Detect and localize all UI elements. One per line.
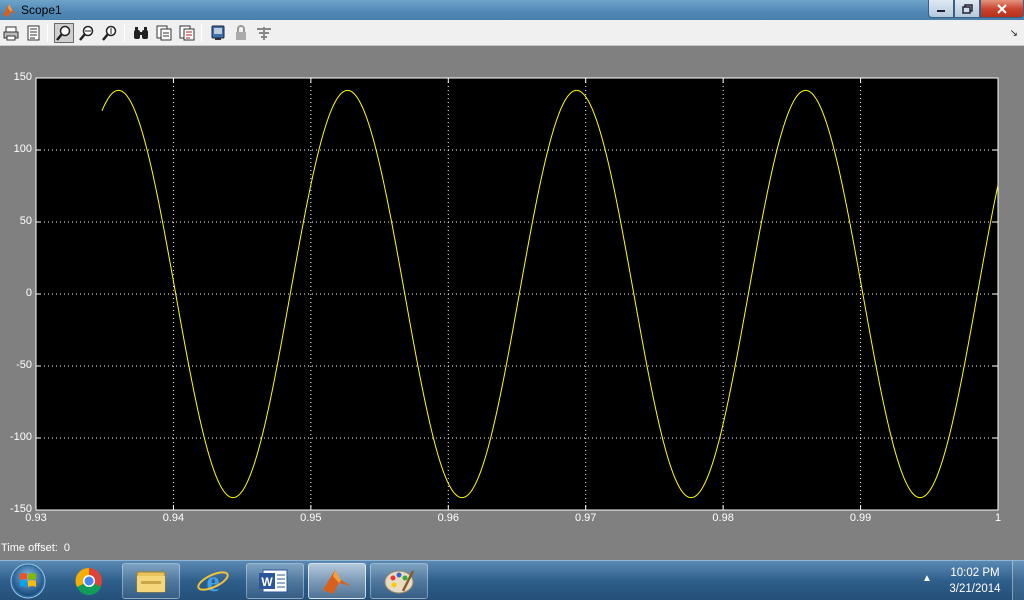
title-bar: Scope1 xyxy=(0,0,1024,20)
show-hidden-icons-icon[interactable]: ▲ xyxy=(922,573,932,584)
x-tick-label: 0.94 xyxy=(162,512,185,524)
x-tick-label: 0.97 xyxy=(574,512,597,524)
windows-start-icon xyxy=(10,563,46,599)
x-tick-label: 1 xyxy=(994,512,1002,524)
x-tick-label: 0.96 xyxy=(437,512,459,524)
save-axes-icon xyxy=(156,25,172,41)
zoom-x-button[interactable] xyxy=(77,23,97,43)
clock-date: 3/21/2014 xyxy=(949,583,1001,595)
toolbar-separator xyxy=(47,24,48,42)
zoom-button[interactable] xyxy=(54,23,74,43)
taskbar-word[interactable]: W xyxy=(246,563,304,599)
taskbar-paint[interactable] xyxy=(370,563,428,599)
y-tick-label: 150 xyxy=(13,71,32,83)
word-icon: W xyxy=(259,569,288,593)
y-tick-label: 0 xyxy=(25,287,32,299)
zoom-y-icon xyxy=(102,25,117,41)
matlab-icon xyxy=(323,570,351,594)
toolbar-overflow-icon[interactable]: ↘ xyxy=(1010,28,1018,39)
parameters-button[interactable] xyxy=(23,23,43,43)
close-icon xyxy=(997,3,1007,14)
time-offset-value: 0 xyxy=(63,542,70,554)
show-desktop-button[interactable] xyxy=(1012,561,1024,600)
plot-svg xyxy=(35,77,999,511)
toolbar-separator xyxy=(201,24,202,42)
signal-selector-icon xyxy=(257,27,271,40)
internet-explorer-icon: e xyxy=(197,565,229,598)
time-offset: Time offset: 0 xyxy=(1,542,70,554)
restore-axes-button[interactable] xyxy=(177,23,197,43)
floating-scope-button[interactable] xyxy=(208,23,228,43)
floating-scope-icon xyxy=(211,25,225,40)
start-button[interactable] xyxy=(2,562,54,600)
taskbar-clock[interactable]: 10:02 PM 3/21/2014 xyxy=(940,565,1010,597)
paint-icon xyxy=(384,570,415,594)
x-tick-label: 0.98 xyxy=(712,512,734,524)
minimize-icon xyxy=(937,9,945,12)
zoom-x-icon xyxy=(79,25,94,41)
scope-toolbar: ↘ xyxy=(0,20,1024,46)
window-controls xyxy=(928,0,1024,18)
x-tick-label: 0.93 xyxy=(25,512,47,524)
y-tick-label: 50 xyxy=(19,215,32,227)
clock-time: 10:02 PM xyxy=(950,567,1000,579)
y-tick-label: 100 xyxy=(13,143,32,155)
taskbar-internet-explorer[interactable]: e xyxy=(184,563,242,599)
print-icon xyxy=(3,26,19,41)
signal-selector-button[interactable] xyxy=(254,23,274,43)
x-tick-label: 0.99 xyxy=(849,512,872,524)
restore-axes-icon xyxy=(179,25,195,41)
lock-axes-button[interactable] xyxy=(231,23,251,43)
explorer-icon xyxy=(136,571,166,593)
svg-text:W: W xyxy=(261,575,273,589)
close-button[interactable] xyxy=(980,0,1024,18)
time-offset-label: Time offset: xyxy=(1,542,58,554)
taskbar: e W ▲ 10:02 PM 3/21/2014 xyxy=(0,560,1024,600)
autoscale-button[interactable] xyxy=(131,23,151,43)
minimize-button[interactable] xyxy=(928,0,954,18)
parameters-icon xyxy=(27,25,40,41)
scope-plot[interactable]: 150 100 50 0 -50 -100 -150 0.93 0.94 0.95 0.96 0.9… xyxy=(0,47,1024,537)
zoom-y-button[interactable] xyxy=(100,23,120,43)
window-title: Scope1 xyxy=(21,3,62,17)
taskbar-explorer[interactable] xyxy=(122,563,180,599)
lock-axes-icon xyxy=(236,25,246,40)
save-axes-button[interactable] xyxy=(154,23,174,43)
chrome-icon xyxy=(75,567,102,595)
toolbar-separator xyxy=(124,24,125,42)
autoscale-icon xyxy=(134,27,148,39)
restore-icon xyxy=(961,3,973,14)
print-button[interactable] xyxy=(1,23,21,43)
svg-text:e: e xyxy=(206,565,219,598)
zoom-icon xyxy=(56,25,71,41)
x-tick-label: 0.95 xyxy=(300,512,322,524)
maximize-button[interactable] xyxy=(954,0,980,18)
y-tick-label: -100 xyxy=(9,431,32,443)
taskbar-chrome[interactable] xyxy=(60,563,118,599)
y-tick-label: -50 xyxy=(16,359,32,371)
matlab-logo-icon xyxy=(3,4,17,17)
taskbar-matlab[interactable] xyxy=(308,563,366,599)
